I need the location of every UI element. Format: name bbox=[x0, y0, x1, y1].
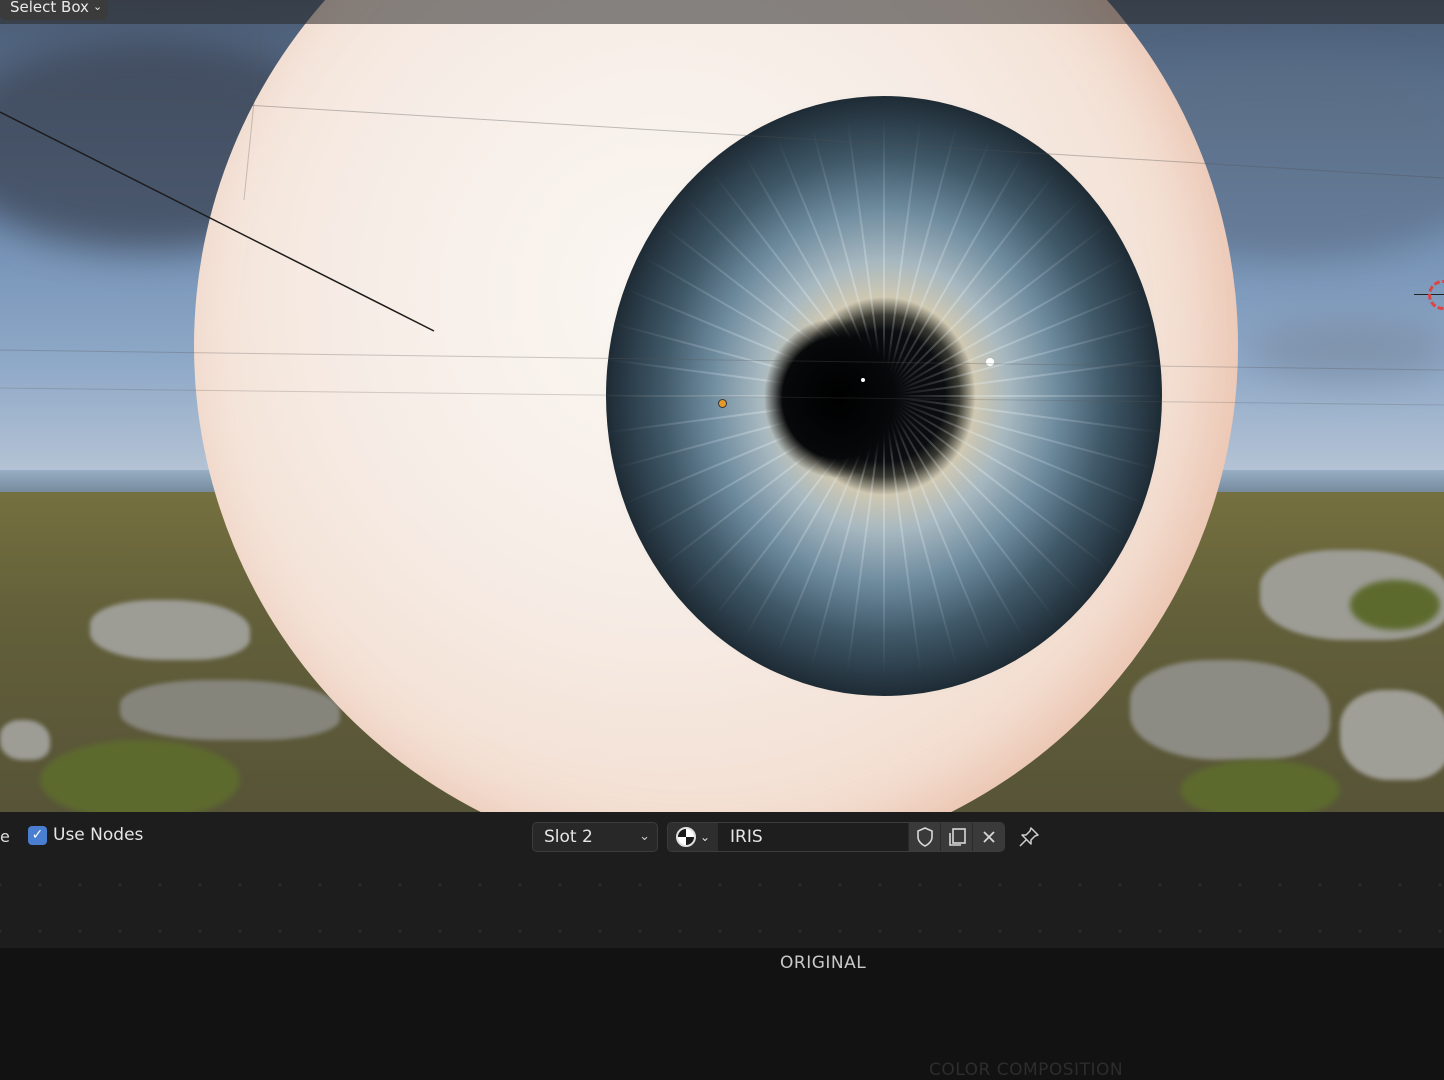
caption-color-composition: COLOR COMPOSITION bbox=[929, 1060, 1124, 1080]
fake-user-button[interactable] bbox=[908, 823, 940, 851]
pin-button[interactable] bbox=[1016, 824, 1042, 850]
use-nodes-toggle[interactable]: ✓ Use Nodes bbox=[28, 825, 143, 845]
3d-viewport[interactable]: Select Box ⌄ bbox=[0, 0, 1444, 812]
viewport-header bbox=[0, 0, 1444, 24]
caption-original: ORIGINAL bbox=[780, 953, 867, 973]
chevron-down-icon: ⌄ bbox=[639, 829, 650, 844]
close-icon bbox=[982, 831, 995, 843]
slot-select[interactable]: Slot 2 ⌄ bbox=[532, 822, 658, 852]
slot-select-value: Slot 2 bbox=[544, 827, 593, 847]
node-editor-canvas[interactable] bbox=[0, 862, 1444, 948]
unlink-material-button[interactable] bbox=[972, 823, 1004, 851]
material-name-field[interactable]: IRIS bbox=[718, 823, 908, 851]
select-box-label: Select Box bbox=[10, 0, 89, 16]
checkmark-icon[interactable]: ✓ bbox=[28, 825, 47, 845]
overlay-lines bbox=[0, 23, 1444, 406]
caption-area bbox=[0, 948, 1444, 1080]
use-nodes-label: Use Nodes bbox=[53, 825, 144, 845]
browse-material-button[interactable]: ⌄ bbox=[668, 823, 718, 851]
material-sphere-icon bbox=[675, 827, 696, 847]
duplicate-icon bbox=[948, 828, 966, 846]
chevron-down-icon: ⌄ bbox=[699, 830, 711, 844]
material-name: IRIS bbox=[730, 827, 763, 847]
chevron-down-icon: ⌄ bbox=[92, 0, 103, 13]
material-selector: ⌄ IRIS bbox=[667, 822, 1005, 852]
duplicate-material-button[interactable] bbox=[940, 823, 972, 851]
shield-icon bbox=[916, 827, 933, 847]
truncated-header-label: e bbox=[0, 827, 10, 846]
pin-icon bbox=[1019, 827, 1039, 847]
select-box-dropdown[interactable]: Select Box ⌄ bbox=[0, 0, 109, 20]
